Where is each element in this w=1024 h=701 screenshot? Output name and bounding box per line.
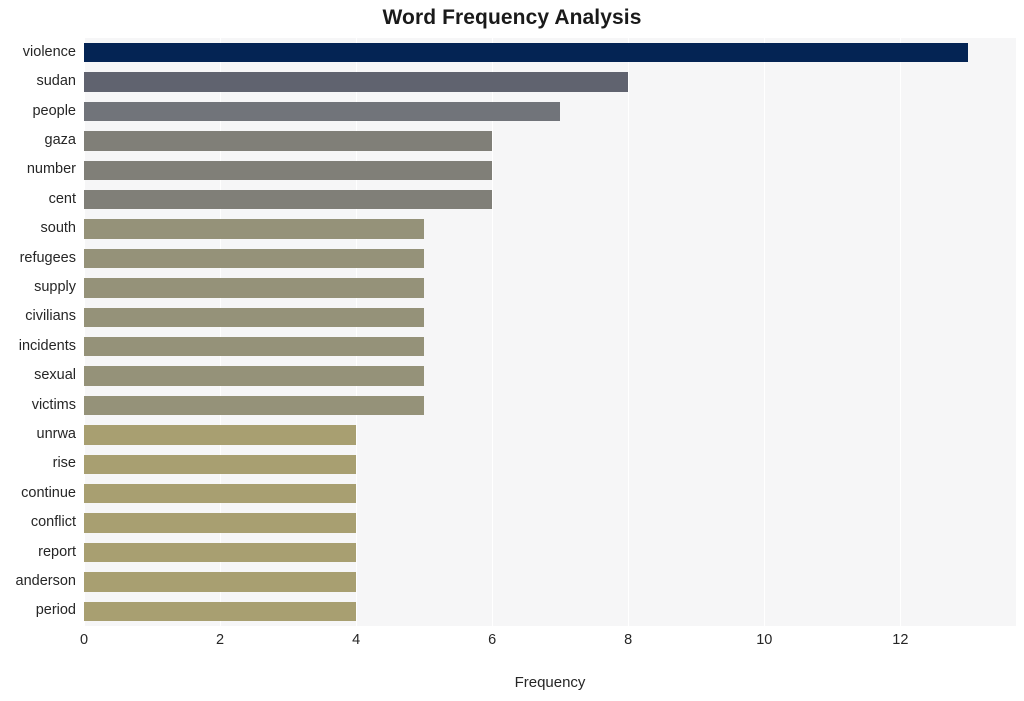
y-tick-label-unrwa: unrwa (36, 425, 77, 442)
bar-row (84, 278, 1016, 298)
y-tick-label-incidents: incidents (18, 337, 76, 354)
bar-sexual[interactable] (84, 366, 425, 386)
bar-row (84, 72, 1016, 92)
x-tick-label-8: 8 (624, 632, 633, 648)
y-tick-label-civilians: civilians (25, 308, 76, 325)
bar-row (84, 366, 1016, 386)
bar-report[interactable] (84, 542, 357, 563)
bar-rise[interactable] (84, 454, 357, 474)
bar-unrwa[interactable] (84, 425, 357, 445)
bar-conflict[interactable] (84, 513, 357, 533)
bar-cent[interactable] (84, 190, 493, 210)
bar-refugees[interactable] (84, 248, 425, 269)
bar-row (84, 337, 1016, 357)
x-tick-label-12: 12 (892, 632, 909, 648)
bar-row (84, 131, 1016, 151)
y-axis-tick-labels: violence sudan people gaza number cent south re… (0, 38, 76, 626)
plot-area (84, 38, 1016, 626)
y-tick-label-anderson: anderson (15, 572, 76, 589)
bar-row (84, 513, 1016, 533)
y-tick-label-period: period (35, 602, 76, 619)
bar-number[interactable] (84, 160, 493, 180)
bar-period[interactable] (84, 601, 357, 621)
bar-violence[interactable] (84, 43, 969, 63)
bar-row (84, 454, 1016, 474)
bar-row (84, 160, 1016, 180)
bar-anderson[interactable] (84, 572, 357, 592)
bar-south[interactable] (84, 219, 425, 239)
bar-row (84, 484, 1016, 504)
y-tick-label-continue: continue (21, 484, 76, 501)
y-tick-label-victims: victims (31, 396, 76, 413)
x-tick-label-4: 4 (352, 632, 361, 648)
chart-title: Word Frequency Analysis (382, 6, 642, 29)
y-tick-label-conflict: conflict (30, 514, 76, 531)
bar-row (84, 219, 1016, 239)
bar-row (84, 601, 1016, 621)
bar-row (84, 425, 1016, 445)
bar-row (84, 395, 1016, 416)
bar-row (84, 43, 1016, 63)
y-tick-label-refugees: refugees (19, 249, 76, 266)
bars-container (84, 38, 1016, 626)
y-tick-label-report: report (38, 543, 76, 560)
y-tick-label-gaza: gaza (44, 131, 76, 148)
bar-row (84, 101, 1016, 122)
x-tick-label-2: 2 (216, 632, 225, 648)
bar-supply[interactable] (84, 278, 425, 298)
bar-continue[interactable] (84, 484, 357, 504)
bar-sudan[interactable] (84, 72, 629, 92)
bar-people[interactable] (84, 101, 561, 122)
bar-row (84, 248, 1016, 269)
bar-row (84, 190, 1016, 210)
bar-incidents[interactable] (84, 337, 425, 357)
y-tick-label-supply: supply (34, 278, 76, 295)
y-tick-label-people: people (32, 102, 76, 119)
bar-row (84, 572, 1016, 592)
x-tick-label-6: 6 (488, 632, 497, 648)
bar-row (84, 542, 1016, 563)
x-axis-label: Frequency (514, 674, 586, 691)
bar-victims[interactable] (84, 395, 425, 416)
y-tick-label-number: number (26, 161, 76, 178)
bar-gaza[interactable] (84, 131, 493, 151)
x-axis-tick-labels: 0 2 4 6 8 10 12 (80, 632, 1016, 656)
x-tick-label-10: 10 (756, 632, 773, 648)
chart-figure: Word Frequency Analysis violence sudan peo… (0, 0, 1024, 701)
x-tick-label-0: 0 (79, 632, 89, 648)
y-tick-label-rise: rise (52, 455, 76, 472)
y-tick-label-sexual: sexual (34, 367, 76, 384)
bar-civilians[interactable] (84, 307, 425, 327)
y-tick-label-south: south (40, 220, 76, 237)
bar-row (84, 307, 1016, 327)
y-tick-label-cent: cent (48, 190, 76, 207)
y-tick-label-sudan: sudan (36, 73, 76, 90)
y-tick-label-violence: violence (22, 43, 76, 60)
